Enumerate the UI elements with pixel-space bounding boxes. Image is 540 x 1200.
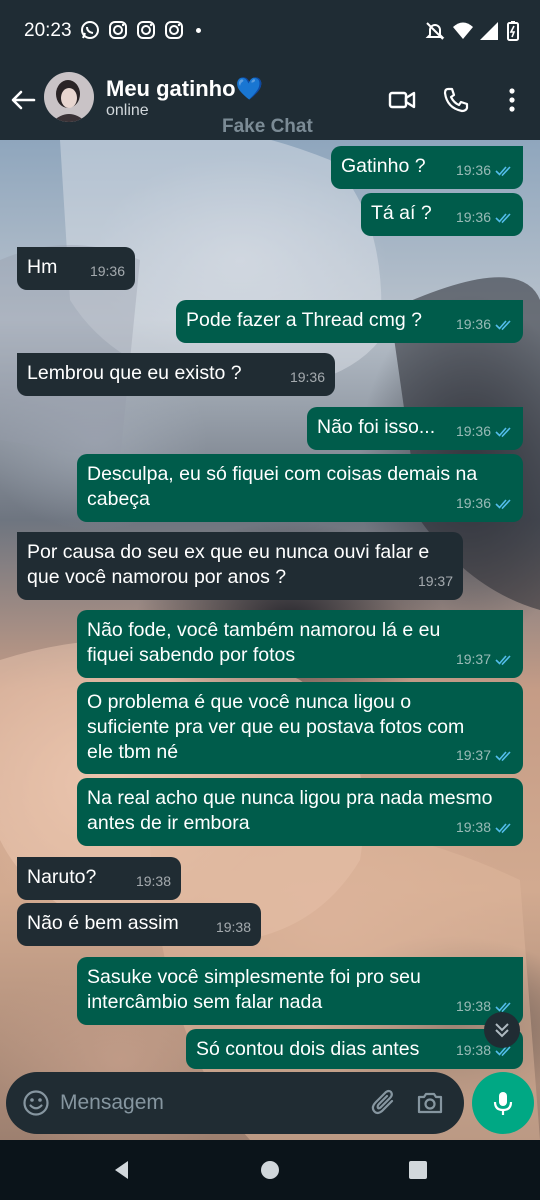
read-ticks-icon	[495, 1001, 511, 1012]
message-time: 19:36	[455, 162, 491, 178]
double-chevron-down-icon	[495, 1023, 509, 1038]
message-input[interactable]	[60, 1086, 350, 1120]
wifi-icon	[453, 22, 473, 39]
message-time: 19:36	[455, 316, 491, 332]
microphone-icon	[493, 1092, 513, 1115]
message-time: 19:38	[135, 873, 171, 889]
message-time: 19:36	[455, 209, 491, 225]
nav-back-icon[interactable]	[110, 1158, 134, 1182]
message-outgoing[interactable]: Pode fazer a Thread cmg ? 19:36	[176, 300, 523, 343]
message-time: 19:36	[455, 495, 491, 511]
message-text: Não fode, você também namorou lá e eu fi…	[87, 619, 441, 666]
message-time: 19:37	[455, 747, 491, 763]
message-incoming[interactable]: Por causa do seu ex que eu nunca ouvi fa…	[17, 532, 463, 600]
back-arrow-icon[interactable]	[8, 85, 38, 115]
message-incoming[interactable]: Naruto? 19:38	[17, 857, 181, 900]
watermark: Fake Chat	[222, 116, 313, 137]
message-text: Sasuke você simplesmente foi pro seu int…	[87, 966, 421, 1013]
mute-icon	[425, 22, 445, 40]
message-outgoing[interactable]: Gatinho ? 19:36	[331, 146, 523, 189]
message-time: 19:36	[289, 369, 325, 385]
read-ticks-icon	[495, 212, 511, 223]
message-text: Por causa do seu ex que eu nunca ouvi fa…	[27, 541, 430, 588]
message-time: 19:38	[455, 1042, 491, 1058]
video-call-icon[interactable]	[388, 86, 416, 114]
whatsapp-icon	[81, 21, 99, 39]
more-options-icon[interactable]	[498, 86, 526, 114]
contact-name[interactable]: Meu gatinho💙	[106, 76, 263, 102]
read-ticks-icon	[495, 654, 511, 665]
battery-icon	[507, 21, 519, 41]
contact-status: online	[106, 102, 149, 119]
message-outgoing[interactable]: Na real acho que nunca ligou pra nada me…	[77, 778, 523, 846]
voice-call-icon[interactable]	[442, 86, 470, 114]
instagram-icon	[109, 21, 127, 39]
contact-avatar[interactable]	[44, 72, 94, 122]
message-incoming[interactable]: Lembrou que eu existo ? 19:36	[17, 353, 335, 396]
message-time: 19:37	[455, 651, 491, 667]
status-bar: 20:23	[0, 0, 540, 62]
message-incoming[interactable]: Não é bem assim 19:38	[17, 903, 261, 946]
message-outgoing[interactable]: Desculpa, eu só fiquei com coisas demais…	[77, 454, 523, 522]
read-ticks-icon	[495, 165, 511, 176]
camera-icon[interactable]	[416, 1089, 444, 1117]
read-ticks-icon	[495, 426, 511, 437]
avatar-photo	[44, 72, 94, 122]
message-outgoing[interactable]: Tá aí ? 19:36	[361, 193, 523, 236]
system-nav-bar	[0, 1140, 540, 1200]
scroll-to-bottom-button[interactable]	[484, 1012, 520, 1048]
message-text: Na real acho que nunca ligou pra nada me…	[87, 787, 493, 834]
more-notifications-dot	[196, 28, 201, 33]
read-ticks-icon	[495, 319, 511, 330]
message-composer	[6, 1072, 464, 1134]
message-outgoing[interactable]: O problema é que você nunca ligou o sufi…	[77, 682, 523, 774]
status-time: 20:23	[24, 20, 72, 41]
message-time: 19:37	[417, 573, 453, 589]
message-text: Lembrou que eu existo ?	[27, 362, 242, 384]
signal-icon	[480, 22, 498, 40]
message-time: 19:38	[215, 919, 251, 935]
nav-home-icon[interactable]	[258, 1158, 282, 1182]
message-time: 19:36	[455, 423, 491, 439]
message-incoming[interactable]: Hm 19:36	[17, 247, 135, 290]
message-outgoing[interactable]: Só contou dois dias antes 19:38	[186, 1029, 523, 1069]
read-ticks-icon	[495, 750, 511, 761]
message-text: O problema é que você nunca ligou o sufi…	[87, 691, 465, 763]
read-ticks-icon	[495, 498, 511, 509]
message-time: 19:38	[455, 819, 491, 835]
nav-recents-icon[interactable]	[406, 1158, 430, 1182]
attach-icon[interactable]	[370, 1089, 398, 1117]
message-time: 19:36	[89, 263, 125, 279]
emoji-icon[interactable]	[22, 1089, 50, 1117]
read-ticks-icon	[495, 822, 511, 833]
voice-message-button[interactable]	[472, 1072, 534, 1134]
instagram-icon	[165, 21, 183, 39]
message-outgoing[interactable]: Não foi isso... 19:36	[307, 407, 523, 450]
message-outgoing[interactable]: Sasuke você simplesmente foi pro seu int…	[77, 957, 523, 1025]
instagram-icon	[137, 21, 155, 39]
message-time: 19:38	[455, 998, 491, 1014]
message-text: Desculpa, eu só fiquei com coisas demais…	[87, 463, 478, 510]
message-outgoing[interactable]: Não fode, você também namorou lá e eu fi…	[77, 610, 523, 678]
